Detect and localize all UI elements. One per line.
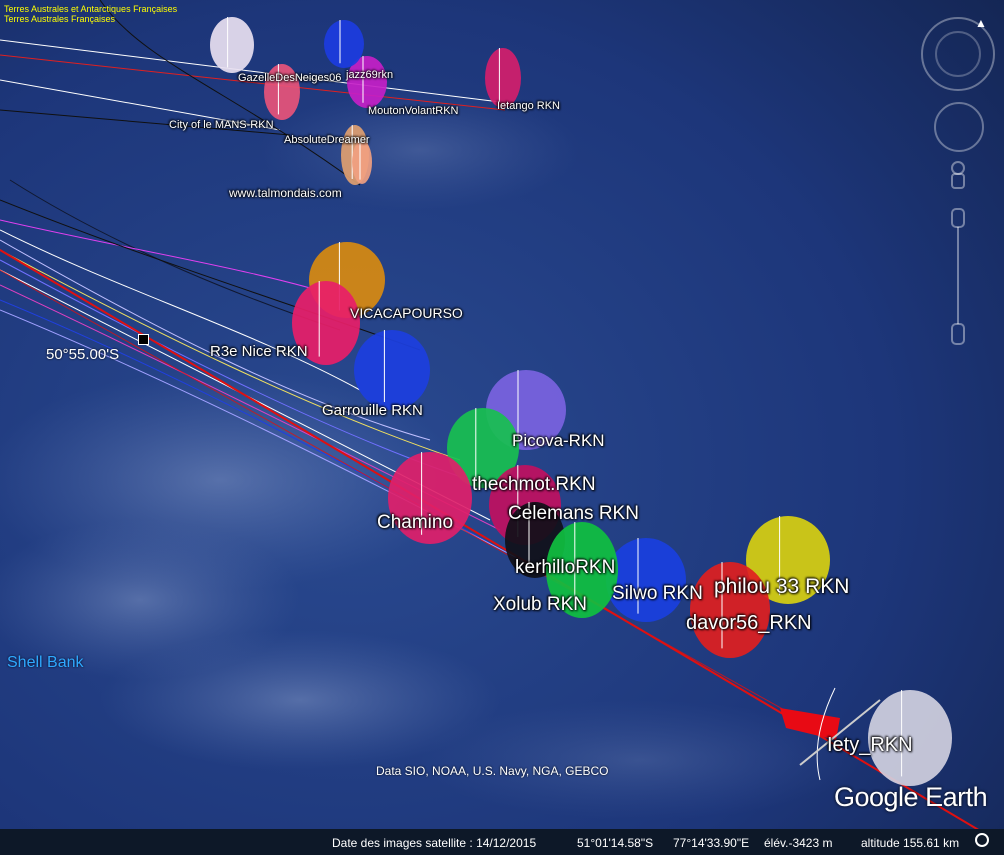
eye-altitude: altitude 155.61 km (861, 836, 960, 850)
boat-label[interactable]: Celemans RKN (508, 503, 639, 525)
territory-label-line-2: Terres Australes Françaises (4, 14, 116, 24)
boat-sail[interactable] (210, 17, 254, 73)
data-credit: Data SIO, NOAA, U.S. Navy, NGA, GEBCO (376, 764, 609, 778)
boat-label[interactable]: jazz69rkn (346, 69, 393, 81)
sail-shape (210, 17, 254, 73)
boat-sail[interactable] (352, 140, 372, 184)
boat-label[interactable]: www.talmondais.com (229, 186, 342, 200)
boat-label[interactable]: Silwo RKN (612, 583, 703, 605)
boat-label[interactable]: Ietango RKN (497, 100, 560, 112)
boat-label[interactable]: City of le MANS-RKN (169, 119, 274, 131)
boat-label[interactable]: Iety_RKN (827, 734, 913, 757)
latitude-label: 50°55.00'S (46, 346, 120, 363)
territory-label-line-1: Terres Australes et Antarctiques Françai… (4, 4, 178, 14)
sail-shape (324, 20, 364, 68)
boat-label[interactable]: GazelleDesNeiges06 (238, 72, 341, 84)
cursor-longitude: 77°14'33.90"E (673, 836, 750, 850)
boat-label[interactable]: Chamino (377, 512, 453, 534)
cursor-latitude: 51°01'14.58"S (577, 836, 654, 850)
boat-sail[interactable] (606, 538, 686, 622)
boat-label[interactable]: davor56_RKN (686, 612, 812, 635)
ocean-map[interactable] (0, 0, 1004, 855)
zoom-slider[interactable] (918, 154, 998, 354)
boat-label[interactable]: MoutonVolantRKN (368, 105, 459, 117)
north-up-icon[interactable]: ▲ (975, 16, 987, 30)
cursor-elevation: élév.-3423 m (764, 836, 833, 850)
status-bar: Date des images satellite : 14/12/2015 5… (0, 829, 1004, 855)
boat-label[interactable]: Garrouille RKN (322, 402, 423, 419)
boat-label[interactable]: Xolub RKN (493, 594, 587, 616)
google-earth-view[interactable]: Terres Australes et Antarctiques Françai… (0, 0, 1004, 855)
boat-label[interactable]: thechmot.RKN (472, 474, 596, 496)
boat-label[interactable]: VICACAPOURSO (350, 305, 463, 321)
imagery-date: Date des images satellite : 14/12/2015 (332, 836, 537, 850)
boat-sail[interactable] (485, 48, 521, 108)
territory-label: Terres Australes et Antarctiques Françai… (4, 4, 177, 24)
boat-label[interactable]: philou 33 RKN (714, 575, 849, 599)
boat-label[interactable]: R3e Nice RKN (210, 343, 308, 360)
boat-sail[interactable] (354, 330, 430, 410)
boat-label[interactable]: Picova-RKN (512, 431, 605, 451)
look-compass-center[interactable] (935, 31, 981, 77)
google-earth-logo: Google Earth (834, 782, 988, 812)
sail-shape (485, 48, 521, 108)
latitude-marker-icon (138, 334, 149, 345)
boat-label[interactable]: kerhilloRKN (515, 557, 615, 579)
streaming-icon (975, 833, 989, 847)
navigation-controls[interactable]: ▲ (918, 14, 998, 354)
boat-sail[interactable] (324, 20, 364, 68)
sail-shape (352, 140, 372, 184)
boat-label[interactable]: AbsoluteDreamer (284, 134, 370, 146)
sail-shape (354, 330, 430, 410)
sail-shape (606, 538, 686, 622)
move-joystick[interactable] (934, 102, 984, 152)
shell-bank-label: Shell Bank (7, 654, 84, 671)
